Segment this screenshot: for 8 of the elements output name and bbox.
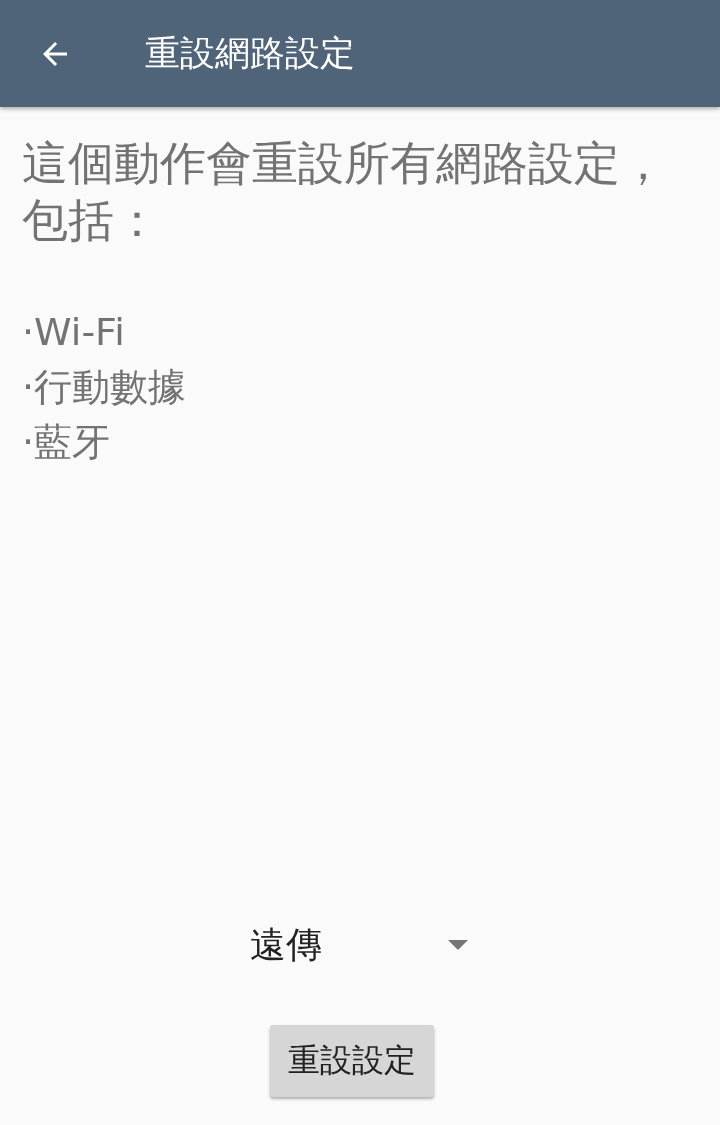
reset-settings-button[interactable]: 重設設定	[270, 1025, 434, 1097]
list-item: ·Wi-Fi	[22, 309, 126, 356]
description-text: 這個動作會重設所有網路設定，包括：	[22, 135, 667, 249]
list-item: ·行動數據	[22, 364, 188, 411]
list-item: ·藍牙	[22, 419, 112, 466]
screen-title: 重設網路設定	[145, 32, 355, 75]
caret-icon	[448, 940, 468, 950]
carrier-dropdown[interactable]: 遠傳	[248, 915, 478, 975]
